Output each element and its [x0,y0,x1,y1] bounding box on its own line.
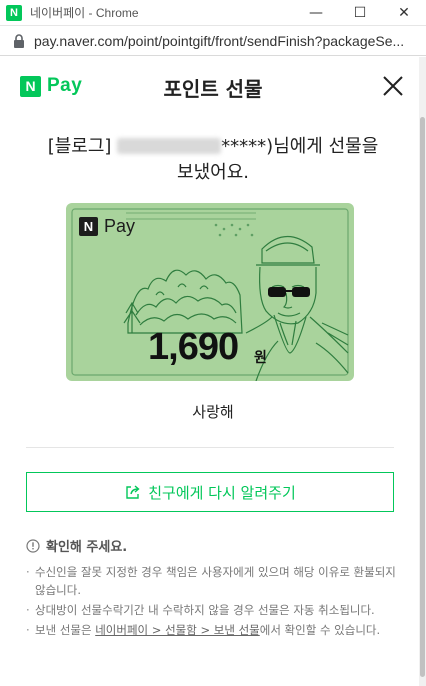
gift-sent-message: [블로그] *****)님에게 선물을 보냈어요. [20,134,406,186]
lock-icon [12,33,26,48]
page-header: N Pay 포인트 선물 [0,57,426,117]
maximize-button[interactable]: ☐ [338,0,382,26]
card-logo-n: N [79,217,98,236]
gift-amount: 1,690 [148,326,239,368]
notice-list: 수신인을 잘못 지정한 경우 책임은 사용자에게 있으며 해당 이유로 환불되지… [26,563,396,639]
window-titlebar: N 네이버페이 - Chrome — ☐ ✕ [0,0,426,26]
message-suffix: 님에게 선물을 [273,136,379,157]
notice-item: 상대방이 선물수락기간 내 수락하지 않을 경우 선물은 자동 취소됩니다. [26,601,396,619]
scrollbar-thumb[interactable] [420,117,425,677]
message-masked-id: *****) [221,136,274,157]
minimize-button[interactable]: — [294,0,338,26]
sent-gifts-link[interactable]: 네이버페이 > 선물함 > 보낸 선물 [95,623,260,637]
notice-title: 확인해 주세요. [26,536,396,555]
resend-button-label: 친구에게 다시 알려주기 [148,483,296,502]
window-title: 네이버페이 - Chrome [30,6,139,20]
info-icon [26,538,40,553]
resend-to-friend-button[interactable]: 친구에게 다시 알려주기 [26,472,394,512]
notice-item-before: 보낸 선물은 [35,623,96,637]
notice-item-after: 에서 확인할 수 있습니다. [259,623,381,637]
gift-card: N Pay 1,690 원 [66,203,354,381]
window-controls: — ☐ ✕ [294,0,426,26]
notice-title-text: 확인해 주세요. [46,540,128,555]
window-close-button[interactable]: ✕ [382,0,426,26]
close-icon[interactable] [382,75,404,97]
masked-recipient-name [117,138,222,154]
gift-amount-unit: 원 [254,350,267,366]
address-bar[interactable]: pay.naver.com/point/pointgift/front/send… [0,26,426,56]
scrollbar[interactable] [419,57,426,686]
notice-item: 보낸 선물은 네이버페이 > 선물함 > 보낸 선물에서 확인할 수 있습니다. [26,621,396,639]
share-icon [124,483,142,501]
notice-section: 확인해 주세요. 수신인을 잘못 지정한 경우 책임은 사용자에게 있으며 해당… [26,536,396,641]
gift-message-text: 사랑해 [192,403,234,421]
naver-app-icon: N [6,4,22,21]
divider [26,447,394,448]
card-logo-pay: Pay [104,216,136,236]
notice-item: 수신인을 잘못 지정한 경우 책임은 사용자에게 있으며 해당 이유로 환불되지… [26,563,396,599]
card-npay-logo: N Pay [79,216,135,237]
message-line2: 보냈어요. [177,162,249,183]
url-text[interactable]: pay.naver.com/point/pointgift/front/send… [34,33,424,49]
message-prefix: [블로그] [47,136,118,157]
gift-finish-page: N Pay 포인트 선물 [블로그] *****)님에게 선물을 보냈어요. N… [0,57,426,686]
page-title: 포인트 선물 [163,77,263,101]
